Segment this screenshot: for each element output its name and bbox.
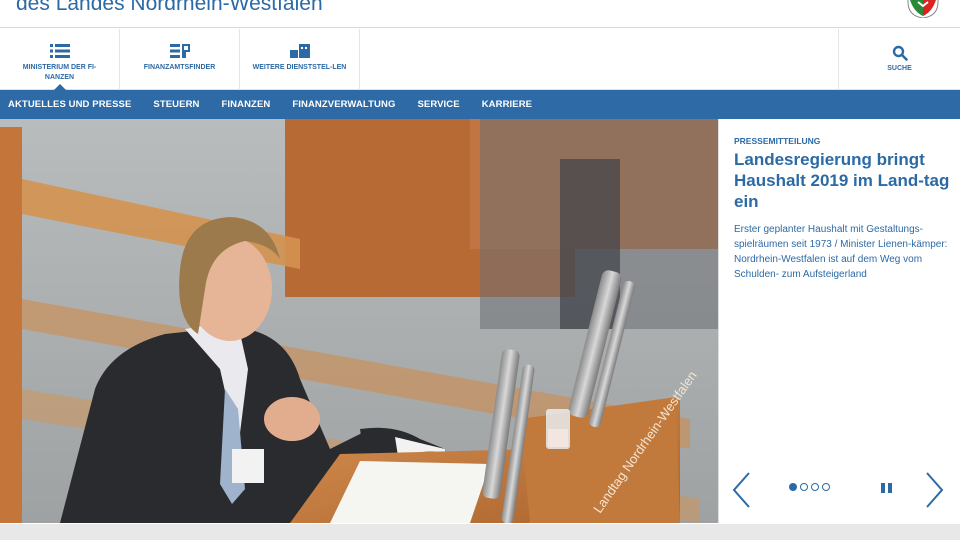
nav-steuern[interactable]: STEUERN bbox=[153, 99, 199, 110]
nav-dienststellen[interactable]: Weitere Dienststel-len bbox=[240, 29, 360, 90]
hero-photo[interactable]: Landtag Nordrhein-Westfalen bbox=[0, 119, 718, 523]
main-navigation: AKTUELLES UND PRESSE STEUERN FINANZEN FI… bbox=[0, 90, 960, 119]
slider-prev-button[interactable] bbox=[731, 471, 751, 509]
offices-icon bbox=[289, 44, 310, 58]
slider-dot-2[interactable] bbox=[800, 483, 808, 491]
slider-dot-4[interactable] bbox=[822, 483, 830, 491]
nav-ministerium[interactable]: Ministerium der Fi-nanzen bbox=[0, 29, 120, 91]
teaser-text: Erster geplanter Haushalt mit Gestaltung… bbox=[734, 224, 948, 280]
page: des Landes Nordrhein-Westfalen Ministeri… bbox=[0, 0, 960, 540]
nav-finanzamtsfinder[interactable]: Finanzamtsfinder bbox=[120, 29, 240, 90]
finder-icon bbox=[169, 44, 190, 58]
pause-icon bbox=[881, 483, 885, 493]
site-header: des Landes Nordrhein-Westfalen bbox=[0, 0, 960, 28]
speaker-at-lectern-image: Landtag Nordrhein-Westfalen bbox=[0, 119, 718, 523]
search-icon bbox=[892, 45, 908, 61]
slider-dots bbox=[789, 483, 833, 491]
press-teaser: PRESSEMITTEILUNG Landesregierung bringt … bbox=[718, 119, 960, 523]
nrw-coat-of-arms-icon[interactable] bbox=[906, 0, 940, 18]
nav-service[interactable]: SERVICE bbox=[417, 99, 459, 110]
teaser-kicker: PRESSEMITTEILUNG bbox=[734, 136, 821, 146]
slider-dot-3[interactable] bbox=[811, 483, 819, 491]
nav-finanzen[interactable]: FINANZEN bbox=[222, 99, 271, 110]
nav-finanzamtsfinder-label: Finanzamtsfinder bbox=[143, 64, 216, 71]
nav-finanzverwaltung[interactable]: FINANZVERWALTUNG bbox=[292, 99, 395, 110]
content-divider bbox=[0, 524, 960, 540]
slider-pause-button[interactable] bbox=[881, 483, 893, 493]
slider-dot-1[interactable] bbox=[789, 483, 797, 491]
search-button[interactable]: Suche bbox=[838, 29, 960, 90]
nav-dienststellen-label: Weitere Dienststel-len bbox=[252, 64, 347, 71]
slider-next-button[interactable] bbox=[925, 471, 945, 509]
site-title[interactable]: des Landes Nordrhein-Westfalen bbox=[16, 0, 323, 16]
search-label: Suche bbox=[887, 65, 912, 72]
icon-navigation: Ministerium der Fi-nanzen Finanzamtsfind… bbox=[0, 29, 960, 91]
teaser-title[interactable]: Landesregierung bringt Haushalt 2019 im … bbox=[734, 149, 954, 212]
list-icon bbox=[49, 44, 70, 58]
hero-slider: Landtag Nordrhein-Westfalen PRESSEMITTEI… bbox=[0, 119, 960, 525]
nav-ministerium-label: Ministerium der Fi-nanzen bbox=[22, 64, 97, 81]
nav-aktuelles[interactable]: AKTUELLES UND PRESSE bbox=[8, 99, 131, 110]
nav-karriere[interactable]: KARRIERE bbox=[482, 99, 532, 110]
pause-icon-bar bbox=[888, 483, 892, 493]
